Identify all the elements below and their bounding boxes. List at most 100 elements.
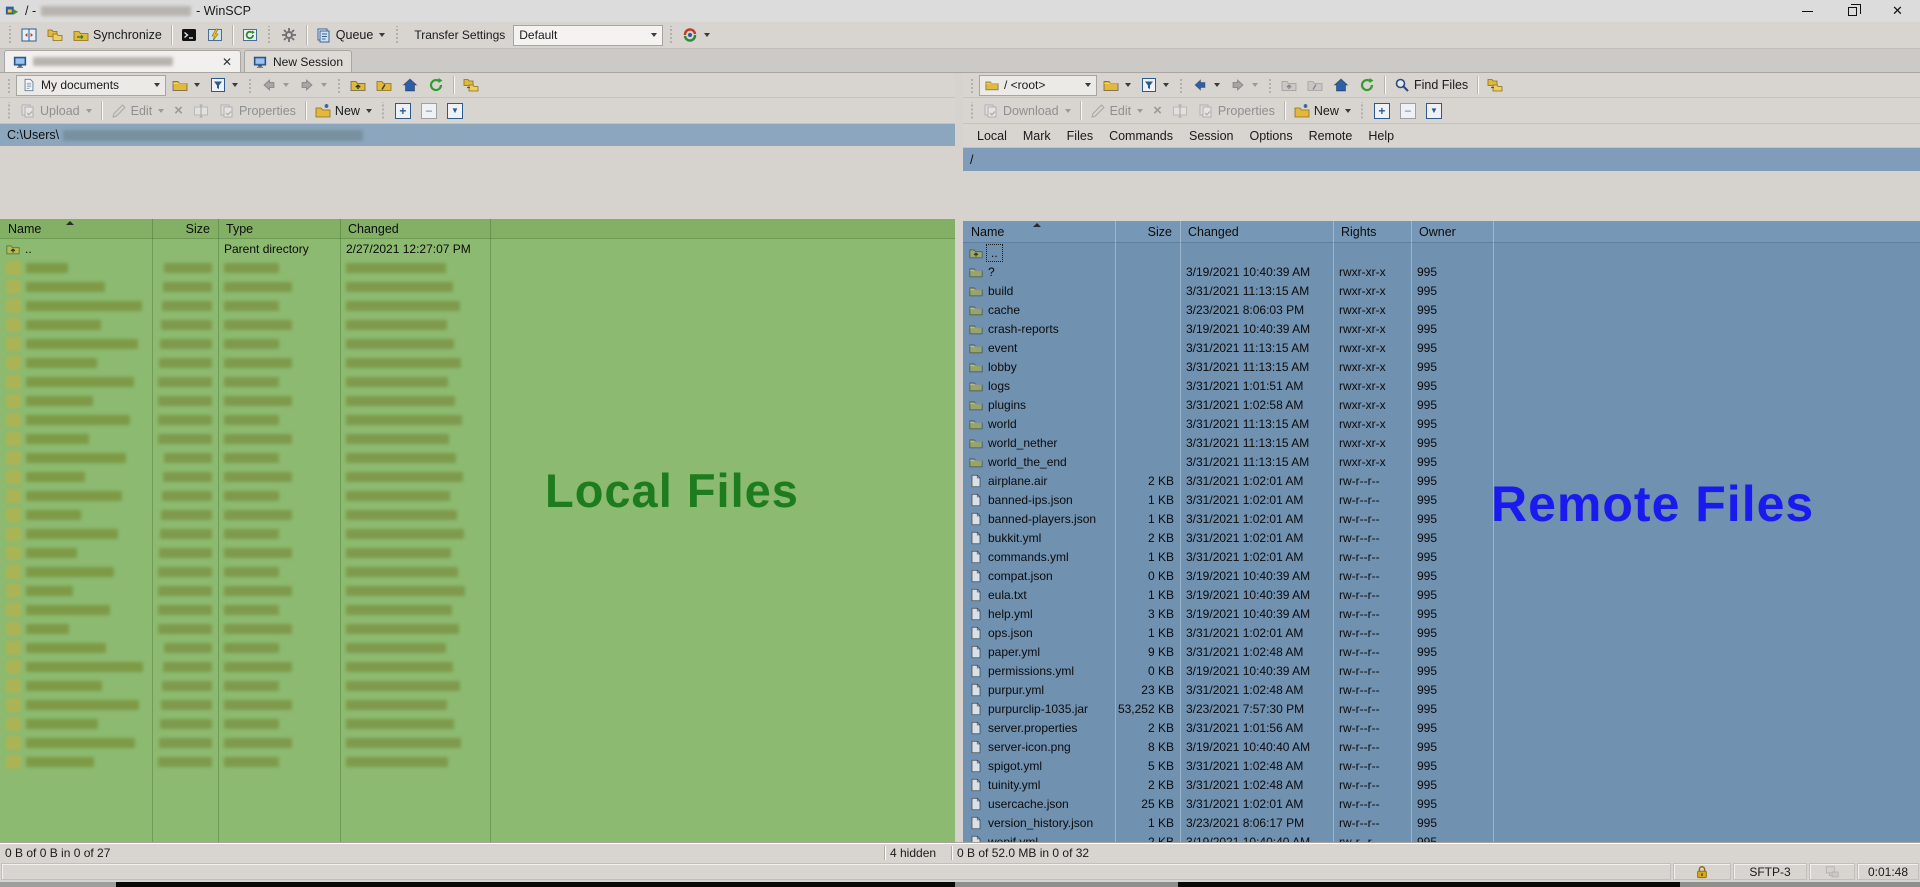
menu-item-help[interactable]: Help xyxy=(1360,126,1402,146)
column-divider[interactable] xyxy=(1411,221,1412,843)
local-file-row-redacted[interactable] xyxy=(0,391,955,410)
remote-file-row[interactable]: cache3/23/2021 8:06:03 PMrwxr-xr-x995 xyxy=(963,300,1920,319)
remote-path-bar[interactable]: / xyxy=(963,148,1920,171)
local-file-row-redacted[interactable] xyxy=(0,695,955,714)
local-file-row-redacted[interactable] xyxy=(0,429,955,448)
toolbar-grip[interactable] xyxy=(381,102,386,119)
toolbar-grip[interactable] xyxy=(1267,77,1272,93)
local-file-row-redacted[interactable] xyxy=(0,372,955,391)
remote-file-row[interactable]: usercache.json25 KB3/31/2021 1:02:01 AMr… xyxy=(963,794,1920,813)
local-forward-button[interactable] xyxy=(295,75,331,95)
remote-file-row[interactable]: plugins3/31/2021 1:02:58 AMrwxr-xr-x995 xyxy=(963,395,1920,414)
local-path-bar[interactable]: C:\Users\ xyxy=(0,124,955,146)
synchronize-browsing-button[interactable] xyxy=(459,75,483,95)
remote-file-row[interactable]: eula.txt1 KB3/19/2021 10:40:39 AMrw-r--r… xyxy=(963,585,1920,604)
local-delete-button[interactable]: × xyxy=(170,100,187,121)
local-open-directory-button[interactable] xyxy=(168,75,204,95)
refresh-panels-button[interactable] xyxy=(238,25,262,45)
protocol-status[interactable]: SFTP-3 xyxy=(1733,863,1807,880)
synchronize-button[interactable]: Synchronize xyxy=(69,25,166,45)
local-file-row-redacted[interactable] xyxy=(0,258,955,277)
local-directory-select[interactable]: My documents xyxy=(16,75,166,96)
remote-file-row[interactable]: build3/31/2021 11:13:15 AMrwxr-xr-x995 xyxy=(963,281,1920,300)
column-divider[interactable] xyxy=(218,219,219,843)
local-file-row-redacted[interactable] xyxy=(0,296,955,315)
toolbar-grip[interactable] xyxy=(394,26,399,44)
session-pair-button[interactable] xyxy=(43,25,67,45)
open-terminal-button[interactable] xyxy=(177,25,201,45)
minimize-button[interactable] xyxy=(1785,0,1830,22)
menu-item-mark[interactable]: Mark xyxy=(1015,126,1059,146)
local-file-row-redacted[interactable] xyxy=(0,657,955,676)
local-file-row-redacted[interactable] xyxy=(0,334,955,353)
remote-file-row[interactable]: version_history.json1 KB3/23/2021 8:06:1… xyxy=(963,813,1920,832)
panel-splitter[interactable] xyxy=(955,73,963,843)
local-properties-button[interactable]: Properties xyxy=(215,101,300,121)
download-button[interactable]: Download xyxy=(979,101,1075,121)
toolbar-grip[interactable] xyxy=(969,102,974,119)
local-filter-button[interactable] xyxy=(206,75,242,95)
local-file-row-redacted[interactable] xyxy=(0,619,955,638)
remote-file-row[interactable]: tuinity.yml2 KB3/31/2021 1:02:48 AMrw-r-… xyxy=(963,775,1920,794)
local-file-row-redacted[interactable] xyxy=(0,600,955,619)
column-divider[interactable] xyxy=(340,219,341,843)
toolbar-grip[interactable] xyxy=(7,26,12,44)
remote-file-row[interactable]: world_nether3/31/2021 11:13:15 AMrwxr-xr… xyxy=(963,433,1920,452)
remote-file-row[interactable]: paper.yml9 KB3/31/2021 1:02:48 AMrw-r--r… xyxy=(963,642,1920,661)
transfer-settings-select[interactable]: Default xyxy=(513,25,663,46)
remote-column-name[interactable]: Name xyxy=(963,221,1115,242)
local-parent-directory-row[interactable]: .. Parent directory 2/27/2021 12:27:07 P… xyxy=(0,239,955,258)
close-tab-icon[interactable]: ✕ xyxy=(222,55,232,69)
menu-item-remote[interactable]: Remote xyxy=(1301,126,1361,146)
column-divider[interactable] xyxy=(152,219,153,843)
remote-file-row[interactable]: server-icon.png8 KB3/19/2021 10:40:40 AM… xyxy=(963,737,1920,756)
menu-item-files[interactable]: Files xyxy=(1059,126,1101,146)
remote-file-row[interactable]: server.properties2 KB3/31/2021 1:01:56 A… xyxy=(963,718,1920,737)
encryption-status[interactable] xyxy=(1673,863,1731,880)
remote-column-size[interactable]: Size xyxy=(1115,221,1180,242)
menu-item-commands[interactable]: Commands xyxy=(1101,126,1181,146)
remote-filter-button[interactable] xyxy=(1137,75,1173,95)
connection-status[interactable] xyxy=(1809,863,1855,880)
remote-file-row[interactable]: world3/31/2021 11:13:15 AMrwxr-xr-x995 xyxy=(963,414,1920,433)
local-edit-button[interactable]: Edit xyxy=(107,101,169,121)
remote-file-row[interactable]: event3/31/2021 11:13:15 AMrwxr-xr-x995 xyxy=(963,338,1920,357)
remote-file-row[interactable]: ops.json1 KB3/31/2021 1:02:01 AMrw-r--r-… xyxy=(963,623,1920,642)
local-select-button[interactable]: + xyxy=(391,101,415,121)
local-file-row-redacted[interactable] xyxy=(0,562,955,581)
remote-column-rights[interactable]: Rights xyxy=(1333,221,1411,242)
remote-file-row[interactable]: compat.json0 KB3/19/2021 10:40:39 AMrw-r… xyxy=(963,566,1920,585)
local-file-row-redacted[interactable] xyxy=(0,524,955,543)
menu-item-options[interactable]: Options xyxy=(1241,126,1300,146)
local-file-row-redacted[interactable] xyxy=(0,486,955,505)
remote-select-button[interactable]: + xyxy=(1370,101,1394,121)
remote-invert-selection-button[interactable]: ▼ xyxy=(1422,101,1446,121)
remote-new-button[interactable]: New xyxy=(1290,101,1355,121)
remote-home-button[interactable] xyxy=(1329,75,1353,95)
remote-file-row[interactable]: world_the_end3/31/2021 11:13:15 AMrwxr-x… xyxy=(963,452,1920,471)
restore-button[interactable] xyxy=(1830,0,1875,22)
local-file-row-redacted[interactable] xyxy=(0,543,955,562)
transfer-preset-button[interactable] xyxy=(678,25,714,45)
local-file-row-redacted[interactable] xyxy=(0,353,955,372)
remote-parent-directory-row[interactable]: .. xyxy=(963,243,1920,262)
remote-edit-button[interactable]: Edit xyxy=(1086,101,1148,121)
remote-back-button[interactable] xyxy=(1188,75,1224,95)
session-tab-current[interactable]: ✕ xyxy=(4,50,241,72)
local-refresh-button[interactable] xyxy=(424,75,448,95)
local-home-button[interactable] xyxy=(398,75,422,95)
toolbar-grip[interactable] xyxy=(267,26,272,44)
column-divider[interactable] xyxy=(1180,221,1181,843)
local-file-row-redacted[interactable] xyxy=(0,467,955,486)
local-column-size[interactable]: Size xyxy=(152,219,218,238)
column-divider[interactable] xyxy=(490,219,491,843)
toolbar-grip[interactable] xyxy=(247,77,252,93)
local-column-changed[interactable]: Changed xyxy=(340,219,486,238)
local-root-directory-button[interactable] xyxy=(372,75,396,95)
queue-button[interactable]: Queue xyxy=(312,25,390,45)
remote-file-row[interactable]: crash-reports3/19/2021 10:40:39 AMrwxr-x… xyxy=(963,319,1920,338)
preferences-button[interactable] xyxy=(277,25,301,45)
remote-unselect-button[interactable]: − xyxy=(1396,101,1420,121)
remote-delete-button[interactable]: × xyxy=(1149,100,1166,121)
find-files-button[interactable]: Find Files xyxy=(1390,75,1472,95)
